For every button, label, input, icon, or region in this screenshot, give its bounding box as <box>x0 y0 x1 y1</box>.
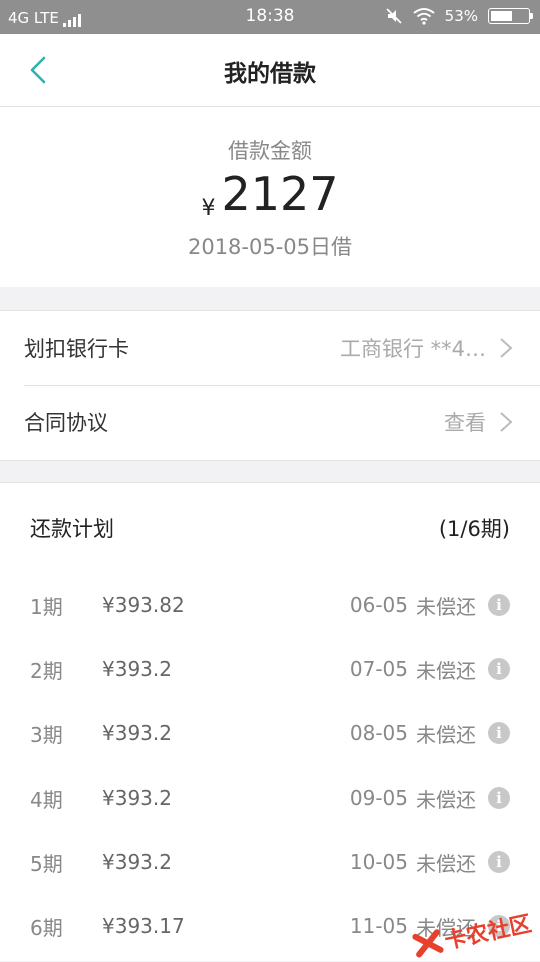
contract-label: 合同协议 <box>24 411 108 435</box>
battery-fill <box>491 11 513 21</box>
loan-amount-value: 2127 <box>221 167 339 221</box>
plan-amount: ¥393.82 <box>102 593 185 617</box>
plan-status: 未偿还 <box>416 594 476 619</box>
info-icon[interactable]: i <box>488 787 510 809</box>
mute-icon <box>386 8 402 24</box>
plan-row: 5期 ¥393.2 10-05 未偿还 i <box>30 830 510 894</box>
plan-status: 未偿还 <box>416 787 476 812</box>
loan-summary: 借款金额 ¥2127 2018-05-05日借 <box>0 107 540 287</box>
plan-period: 2期 <box>30 658 63 683</box>
contract-row[interactable]: 合同协议 查看 <box>24 385 540 459</box>
bank-card-value: 工商银行 **4… <box>339 337 486 361</box>
plan-period: 5期 <box>30 851 63 876</box>
chevron-right-icon <box>500 338 513 358</box>
currency-symbol: ¥ <box>201 196 216 221</box>
info-icon[interactable]: i <box>488 722 510 744</box>
plan-date: 11-05 <box>349 914 408 938</box>
plan-row: 2期 ¥393.2 07-05 未偿还 i <box>30 637 510 701</box>
plan-period: 6期 <box>30 915 63 940</box>
plan-row: 4期 ¥393.2 09-05 未偿还 i <box>30 766 510 830</box>
nav-bar: 我的借款 <box>0 34 540 107</box>
plan-date: 09-05 <box>349 786 408 810</box>
info-list: 划扣银行卡 工商银行 **4… 合同协议 查看 <box>0 310 540 461</box>
page-title: 我的借款 <box>224 61 316 87</box>
plan-amount: ¥393.17 <box>102 914 185 938</box>
plan-status: 未偿还 <box>416 851 476 876</box>
loan-amount-label: 借款金额 <box>228 139 312 163</box>
info-icon[interactable]: i <box>488 851 510 873</box>
plan-amount: ¥393.2 <box>102 721 172 745</box>
plan-header: 还款计划 (1/6期) <box>30 513 510 543</box>
plan-progress: (1/6期) <box>438 517 510 541</box>
plan-row: 3期 ¥393.2 08-05 未偿还 i <box>30 701 510 765</box>
plan-amount: ¥393.2 <box>102 657 172 681</box>
plan-period: 1期 <box>30 594 63 619</box>
loan-date: 2018-05-05日借 <box>187 235 353 259</box>
plan-status: 未偿还 <box>416 658 476 683</box>
plan-date: 06-05 <box>349 593 408 617</box>
contract-value: 查看 <box>444 411 486 435</box>
plan-period: 4期 <box>30 787 63 812</box>
plan-title: 还款计划 <box>30 517 114 541</box>
wifi-icon <box>413 8 435 25</box>
battery-percent: 53% <box>444 7 478 25</box>
info-icon[interactable]: i <box>488 658 510 680</box>
plan-date: 07-05 <box>349 657 408 681</box>
battery-icon <box>488 8 533 24</box>
plan-period: 3期 <box>30 722 63 747</box>
plan-amount: ¥393.2 <box>102 850 172 874</box>
bank-card-label: 划扣银行卡 <box>24 337 129 361</box>
repayment-plan: 还款计划 (1/6期) 1期 ¥393.82 06-05 未偿还 i 2期 ¥3… <box>0 482 540 961</box>
plan-date: 08-05 <box>349 721 408 745</box>
bank-card-row[interactable]: 划扣银行卡 工商银行 **4… <box>24 311 540 386</box>
status-right: 53% <box>385 7 533 25</box>
plan-row: 1期 ¥393.82 06-05 未偿还 i <box>30 573 510 637</box>
plan-status: 未偿还 <box>416 722 476 747</box>
chevron-right-icon <box>500 412 513 432</box>
plan-date: 10-05 <box>349 850 408 874</box>
watermark-logo-icon <box>412 929 444 958</box>
plan-amount: ¥393.2 <box>102 786 172 810</box>
loan-amount: ¥2127 <box>0 167 540 221</box>
status-bar: 4G LTE 18:38 53% <box>0 0 540 34</box>
info-icon[interactable]: i <box>488 594 510 616</box>
